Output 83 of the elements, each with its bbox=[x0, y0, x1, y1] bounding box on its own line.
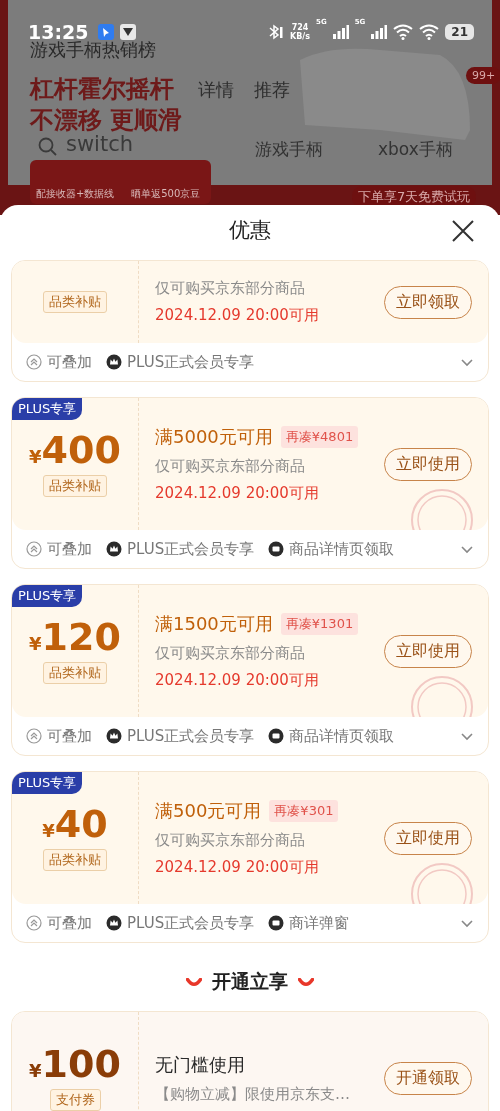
coupon-threshold: 满5000元可用 bbox=[155, 425, 273, 449]
coupon-category-tag: 支付券 bbox=[49, 1089, 101, 1111]
coupon-feature: PLUS正式会员专享 bbox=[127, 352, 255, 372]
coupon-scope: 仅可购买京东部分商品 bbox=[155, 831, 306, 850]
product-headline: 杠杆霍尔摇杆 bbox=[30, 74, 174, 105]
coupon-category-tag: 品类补贴 bbox=[43, 291, 107, 313]
search-suggestion[interactable]: xbox手柄 bbox=[378, 138, 453, 161]
page-tab[interactable]: 详情 bbox=[198, 78, 234, 102]
coupon-ticket-icon bbox=[268, 541, 285, 557]
coupon-threshold: 满1500元可用 bbox=[155, 612, 273, 636]
coupon-action-button[interactable]: 立即使用 bbox=[384, 447, 472, 481]
coupon-feature: 可叠加 bbox=[47, 352, 92, 372]
crown-icon bbox=[106, 541, 122, 557]
signal-icon bbox=[371, 25, 388, 39]
smile-curve-icon bbox=[298, 977, 314, 987]
coupon-feature: 商品详情页领取 bbox=[289, 726, 395, 746]
coupon-amount: ¥120 bbox=[29, 618, 121, 656]
coupon-scope: 仅可购买京东部分商品 bbox=[155, 457, 306, 476]
coupon-scope: 仅可购买京东部分商品 bbox=[155, 644, 306, 663]
search-icon bbox=[38, 137, 58, 157]
app-notification-icon bbox=[98, 24, 115, 40]
coupon-action-button[interactable]: 立即使用 bbox=[384, 821, 472, 855]
coupon-date: 2024.12.09 20:00可用 bbox=[155, 858, 320, 877]
chevron-icon[interactable] bbox=[460, 731, 474, 741]
remaining-amount-tag: 再凑¥1301 bbox=[280, 613, 359, 635]
coupon-date: 2024.12.09 20:00可用 bbox=[155, 484, 320, 503]
coupon-feature: 可叠加 bbox=[47, 726, 92, 746]
coupon-scope: 仅可购买京东部分商品 bbox=[155, 279, 306, 298]
coupon-feature: PLUS正式会员专享 bbox=[127, 539, 255, 559]
coupon-category-tag: 品类补贴 bbox=[43, 662, 107, 684]
stack-icon bbox=[26, 728, 42, 744]
coupon-feature: PLUS正式会员专享 bbox=[127, 913, 255, 933]
coupon-amount: ¥400 bbox=[29, 431, 121, 469]
coupon-feature: 可叠加 bbox=[47, 539, 92, 559]
coupon-amount: ¥100 bbox=[29, 1045, 121, 1083]
coupon-feature: PLUS正式会员专享 bbox=[127, 726, 255, 746]
smile-curve-icon bbox=[186, 977, 202, 987]
product-headline: 不漂移 更顺滑 bbox=[30, 105, 183, 135]
wifi-icon bbox=[419, 24, 440, 40]
crown-icon bbox=[106, 354, 122, 370]
search-suggestion[interactable]: 游戏手柄 bbox=[255, 138, 323, 161]
bluetooth-icon bbox=[268, 24, 285, 40]
page-tab[interactable]: 推荐 bbox=[254, 78, 290, 102]
count-badge: 99+ bbox=[466, 67, 500, 84]
crown-icon bbox=[106, 728, 122, 744]
coupon-feature: 商详弹窗 bbox=[289, 913, 350, 933]
signal-icon bbox=[332, 25, 349, 39]
battery-level: 21 bbox=[445, 24, 474, 40]
network-speed: 724 KB/s bbox=[290, 23, 311, 41]
coupon-date: 2024.12.09 20:00可用 bbox=[155, 671, 320, 690]
plus-badge: PLUS专享 bbox=[12, 772, 83, 794]
coupon-ticket-icon bbox=[268, 728, 285, 744]
coupon-action-button[interactable]: 立即领取 bbox=[384, 285, 472, 319]
remaining-amount-tag: 再凑¥301 bbox=[269, 800, 339, 822]
section-title: 开通立享 bbox=[212, 969, 288, 994]
stack-icon bbox=[26, 354, 42, 370]
coupon-category-tag: 品类补贴 bbox=[43, 849, 107, 871]
stack-icon bbox=[26, 541, 42, 557]
plus-badge: PLUS专享 bbox=[12, 398, 83, 420]
app-notification-icon bbox=[120, 24, 137, 40]
chevron-icon[interactable] bbox=[460, 918, 474, 928]
coupon-action-button[interactable]: 开通领取 bbox=[384, 1061, 472, 1095]
coupon-amount: ¥40 bbox=[42, 805, 108, 843]
plus-badge: PLUS专享 bbox=[12, 585, 83, 607]
sheet-title: 优惠 bbox=[229, 217, 271, 244]
chevron-icon[interactable] bbox=[460, 357, 474, 367]
coupon-threshold: 无门槛使用 bbox=[155, 1052, 245, 1077]
coupon-category-tag: 品类补贴 bbox=[43, 475, 107, 497]
coupon-date: 2024.12.09 20:00可用 bbox=[155, 306, 320, 325]
crown-icon bbox=[106, 915, 122, 931]
coupon-feature: 商品详情页领取 bbox=[289, 539, 395, 559]
perk-text: 配接收器+数据线 bbox=[36, 187, 115, 201]
wifi-icon bbox=[393, 24, 414, 40]
coupon-feature: 可叠加 bbox=[47, 913, 92, 933]
coupon-scope: 【购物立减】限使用京东支… bbox=[155, 1084, 351, 1104]
remaining-amount-tag: 再凑¥4801 bbox=[280, 426, 359, 448]
page-title: 游戏手柄热销榜 bbox=[30, 39, 156, 62]
chevron-icon[interactable] bbox=[460, 544, 474, 554]
coupon-ticket-icon bbox=[268, 915, 285, 931]
coupon-threshold: 满500元可用 bbox=[155, 799, 262, 823]
stack-icon bbox=[26, 915, 42, 931]
coupon-action-button[interactable]: 立即使用 bbox=[384, 634, 472, 668]
perk-text: 晒单返500京豆 bbox=[131, 187, 201, 201]
